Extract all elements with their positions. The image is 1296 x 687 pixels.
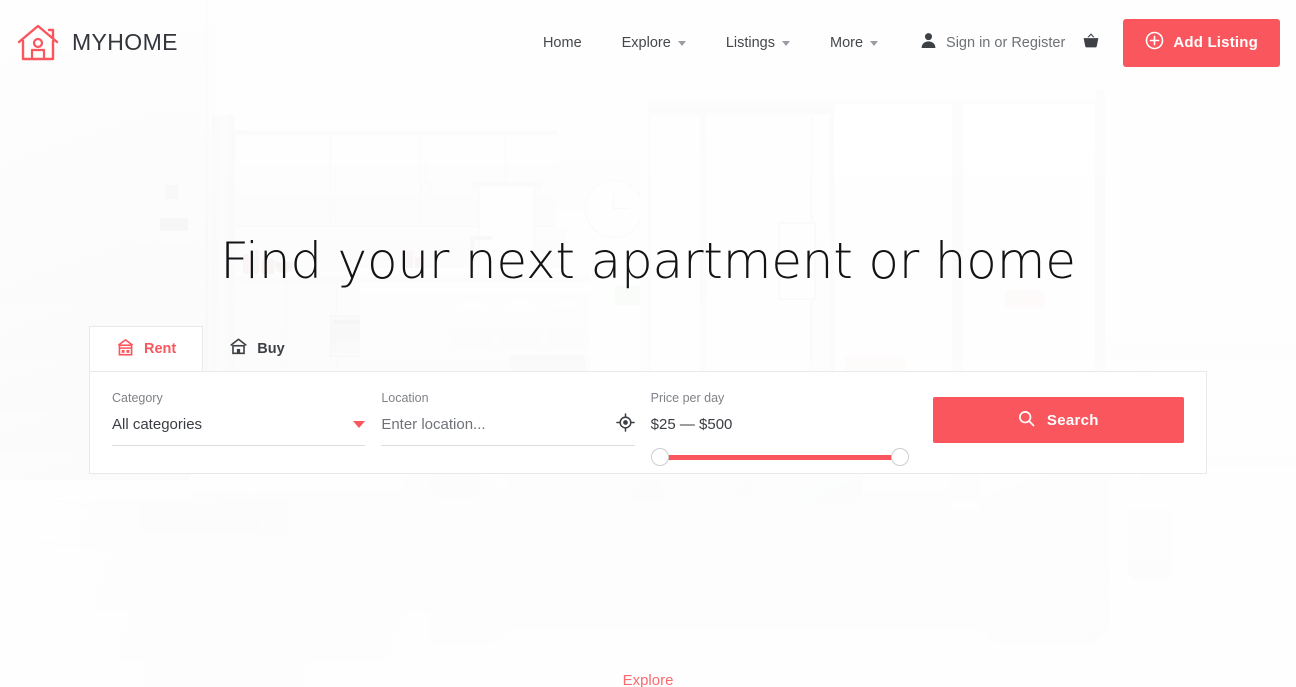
house-icon <box>229 337 248 360</box>
chevron-down-icon <box>677 41 686 46</box>
tab-buy-label: Buy <box>257 340 285 357</box>
tab-buy[interactable]: Buy <box>203 326 310 371</box>
sign-in-register-link[interactable]: Sign in or Register <box>920 32 1065 54</box>
price-field: Price per day $25 — $500 <box>650 391 909 466</box>
nav-item-more[interactable]: More <box>810 35 898 51</box>
page-root: MYHOME Home Explore Listings More Sign i… <box>0 0 1296 687</box>
add-listing-label: Add Listing <box>1173 34 1258 51</box>
field-divider <box>381 444 635 446</box>
logo-text: MYHOME <box>72 29 178 55</box>
category-label: Category <box>112 391 163 405</box>
price-label: Price per day <box>650 391 725 405</box>
category-field: Category All categories <box>112 391 366 446</box>
location-label: Location <box>381 391 429 405</box>
plus-circle-icon <box>1145 31 1164 54</box>
search-form-card: Category All categories Location Enter l… <box>89 371 1207 474</box>
chevron-down-icon <box>781 41 790 46</box>
chevron-down-icon <box>870 41 879 46</box>
category-value: All categories <box>112 416 203 433</box>
field-divider <box>112 444 366 446</box>
slider-handle-max[interactable] <box>890 447 909 466</box>
search-icon <box>1018 410 1035 431</box>
person-icon <box>920 32 937 54</box>
nav-label: More <box>829 34 864 51</box>
location-field: Location Enter location... <box>381 391 635 446</box>
explore-link[interactable]: Explore <box>0 672 1296 687</box>
nav-item-home[interactable]: Home <box>523 35 602 51</box>
tab-rent[interactable]: Rent <box>89 326 204 371</box>
search-tabs: Rent Buy <box>89 326 1207 371</box>
shopping-basket-icon[interactable] <box>1081 30 1101 55</box>
search-button-label: Search <box>1046 411 1099 429</box>
nav-label: Explore <box>621 34 671 51</box>
location-input[interactable]: Enter location... <box>381 417 485 432</box>
house-outline-icon <box>16 22 60 64</box>
search-panel: Rent Buy Category All categories Locatio… <box>89 326 1207 474</box>
slider-handle-min[interactable] <box>650 447 669 466</box>
house-shop-icon <box>116 338 135 361</box>
main-navigation: Home Explore Listings More Sign in or Re… <box>523 18 1296 67</box>
nav-label: Listings <box>725 34 775 51</box>
slider-track[interactable] <box>659 454 900 460</box>
chevron-down-icon[interactable] <box>353 421 366 428</box>
nav-label: Home <box>542 34 582 51</box>
tab-rent-label: Rent <box>144 341 177 357</box>
price-range-slider[interactable] <box>650 447 909 466</box>
add-listing-button[interactable]: Add Listing <box>1123 18 1280 67</box>
geolocation-crosshair-icon[interactable] <box>615 412 635 437</box>
hero-title: Find your next apartment or home <box>220 232 1076 290</box>
site-header: MYHOME Home Explore Listings More Sign i… <box>0 0 1296 85</box>
price-range-value: $25 — $500 <box>650 416 733 433</box>
nav-item-explore[interactable]: Explore <box>602 35 706 51</box>
category-select[interactable]: All categories <box>112 414 366 436</box>
nav-item-listings[interactable]: Listings <box>706 35 810 51</box>
search-button[interactable]: Search <box>932 397 1185 443</box>
logo[interactable]: MYHOME <box>16 22 178 64</box>
sign-in-label: Sign in or Register <box>946 34 1066 51</box>
